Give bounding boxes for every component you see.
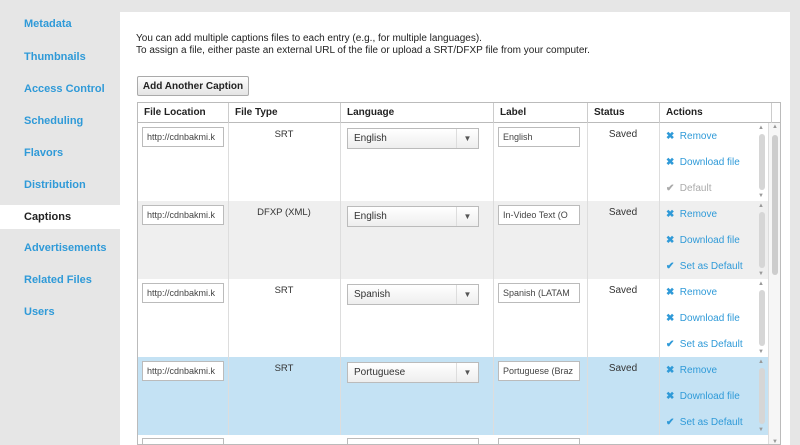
label-input[interactable]: In-Video Text (O [498,205,580,225]
file-location-input[interactable]: http://cdnbakmi.k [142,283,224,303]
file-type: SRT [274,363,294,374]
header-actions: Actions [660,103,772,123]
actions-scrollbar[interactable]: ▲ ▼ [756,359,766,433]
table-row-partial [138,435,768,444]
file-type: SRT [274,129,294,140]
language-select[interactable]: English ▼ [347,128,479,149]
set-as-default-link[interactable]: ✔ Set as Default [666,261,743,272]
sidebar-item-scheduling[interactable]: Scheduling [0,109,120,133]
default-link: ✔ Default [666,183,712,194]
table-row[interactable]: http://cdnbakmi.k SRT Spanish ▼ Spanish (… [138,279,768,357]
table-row[interactable]: http://cdnbakmi.k SRT English ▼ English S… [138,123,768,201]
scroll-up-icon[interactable]: ▲ [772,124,778,130]
language-select[interactable]: Spanish ▼ [347,284,479,305]
chevron-down-icon: ▼ [456,285,478,304]
language-value: English [354,133,387,144]
scrollbar-thumb[interactable] [772,135,778,275]
sidebar: Metadata Thumbnails Access Control Sched… [0,0,120,445]
actions-scrollbar[interactable]: ▲ ▼ [756,125,766,199]
actions-scrollbar[interactable]: ▲ ▼ [756,203,766,277]
file-location-input[interactable]: http://cdnbakmi.k [142,127,224,147]
label-input[interactable]: English [498,127,580,147]
file-type: DFXP (XML) [257,207,311,218]
header-file-type: File Type [229,103,341,123]
download-file-link[interactable]: ✖ Download file [666,313,740,324]
download-file-link[interactable]: ✖ Download file [666,235,740,246]
remove-link[interactable]: ✖ Remove [666,131,717,142]
x-icon: ✖ [666,131,675,142]
file-location-input[interactable]: http://cdnbakmi.k [142,205,224,225]
remove-link[interactable]: ✖ Remove [666,365,717,376]
header-file-location: File Location [138,103,229,123]
checkmark-icon: ✔ [666,417,675,428]
sidebar-item-captions[interactable]: Captions [0,205,120,229]
header-status: Status [588,103,660,123]
table-row[interactable]: http://cdnbakmi.k DFXP (XML) English ▼ In… [138,201,768,279]
file-location-input[interactable]: http://cdnbakmi.k [142,361,224,381]
label-input[interactable]: Portuguese (Braz [498,361,580,381]
chevron-down-icon: ▼ [456,363,478,382]
set-as-default-link[interactable]: ✔ Set as Default [666,339,743,350]
table-row[interactable]: http://cdnbakmi.k SRT Portuguese ▼ Portug… [138,357,768,435]
table-header: File Location File Type Language Label S… [138,103,780,123]
add-another-caption-button[interactable]: Add Another Caption [137,76,249,96]
set-as-default-link[interactable]: ✔ Set as Default [666,417,743,428]
language-value: English [354,211,387,222]
sidebar-item-metadata[interactable]: Metadata [0,12,120,36]
checkmark-icon: ✔ [666,339,675,350]
download-file-link[interactable]: ✖ Download file [666,157,740,168]
download-icon: ✖ [666,391,675,402]
sidebar-item-thumbnails[interactable]: Thumbnails [0,45,120,69]
header-language: Language [341,103,494,123]
status-text: Saved [608,363,638,374]
download-icon: ✖ [666,313,675,324]
table-scrollbar[interactable]: ▲ ▼ [768,123,780,444]
x-icon: ✖ [666,365,675,376]
intro-line-2: To assign a file, either paste an extern… [136,45,590,56]
remove-link[interactable]: ✖ Remove [666,209,717,220]
checkmark-icon: ✔ [666,183,675,194]
intro-text: You can add multiple captions files to e… [136,33,776,57]
chevron-down-icon: ▼ [456,207,478,226]
language-value: Portuguese [354,367,406,378]
captions-panel: You can add multiple captions files to e… [120,12,790,445]
status-text: Saved [608,129,638,140]
sidebar-item-related-files[interactable]: Related Files [0,268,120,292]
sidebar-item-distribution[interactable]: Distribution [0,173,120,197]
captions-table: File Location File Type Language Label S… [137,102,781,445]
language-select[interactable]: Portuguese ▼ [347,362,479,383]
file-type: SRT [274,285,294,296]
sidebar-item-users[interactable]: Users [0,300,120,324]
language-value: Spanish [354,289,391,300]
download-icon: ✖ [666,235,675,246]
intro-line-1: You can add multiple captions files to e… [136,33,482,44]
x-icon: ✖ [666,209,675,220]
remove-link[interactable]: ✖ Remove [666,287,717,298]
scroll-down-icon[interactable]: ▼ [772,439,778,444]
status-text: Saved [608,207,638,218]
label-input[interactable]: Spanish (LATAM [498,283,580,303]
download-file-link[interactable]: ✖ Download file [666,391,740,402]
header-label: Label [494,103,588,123]
status-text: Saved [608,285,638,296]
language-select[interactable]: English ▼ [347,206,479,227]
sidebar-item-access-control[interactable]: Access Control [0,77,120,101]
sidebar-item-flavors[interactable]: Flavors [0,141,120,165]
chevron-down-icon: ▼ [456,129,478,148]
actions-scrollbar[interactable]: ▲ ▼ [756,281,766,355]
checkmark-icon: ✔ [666,261,675,272]
x-icon: ✖ [666,287,675,298]
download-icon: ✖ [666,157,675,168]
sidebar-item-advertisements[interactable]: Advertisements [0,236,120,260]
